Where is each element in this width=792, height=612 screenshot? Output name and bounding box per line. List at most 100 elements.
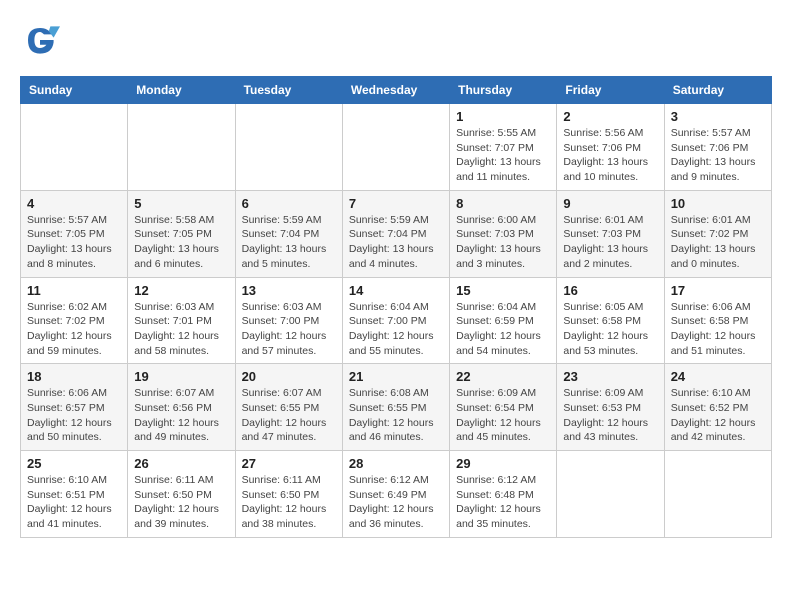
calendar-cell: 24 Sunrise: 6:10 AMSunset: 6:52 PMDayligh… bbox=[664, 364, 771, 451]
day-number: 22 bbox=[456, 369, 550, 384]
calendar-cell: 2 Sunrise: 5:56 AMSunset: 7:06 PMDaylight… bbox=[557, 104, 664, 191]
day-number: 6 bbox=[242, 196, 336, 211]
day-number: 23 bbox=[563, 369, 657, 384]
day-number: 17 bbox=[671, 283, 765, 298]
calendar-cell: 19 Sunrise: 6:07 AMSunset: 6:56 PMDayligh… bbox=[128, 364, 235, 451]
page-header bbox=[20, 20, 772, 60]
day-number: 2 bbox=[563, 109, 657, 124]
day-info: Sunrise: 5:56 AMSunset: 7:06 PMDaylight:… bbox=[563, 126, 657, 185]
day-info: Sunrise: 5:55 AMSunset: 7:07 PMDaylight:… bbox=[456, 126, 550, 185]
day-info: Sunrise: 6:10 AMSunset: 6:52 PMDaylight:… bbox=[671, 386, 765, 445]
calendar-cell bbox=[21, 104, 128, 191]
day-number: 5 bbox=[134, 196, 228, 211]
day-number: 14 bbox=[349, 283, 443, 298]
calendar-week-1: 1 Sunrise: 5:55 AMSunset: 7:07 PMDaylight… bbox=[21, 104, 772, 191]
day-info: Sunrise: 6:09 AMSunset: 6:54 PMDaylight:… bbox=[456, 386, 550, 445]
calendar-cell: 23 Sunrise: 6:09 AMSunset: 6:53 PMDayligh… bbox=[557, 364, 664, 451]
day-number: 25 bbox=[27, 456, 121, 471]
day-info: Sunrise: 6:07 AMSunset: 6:55 PMDaylight:… bbox=[242, 386, 336, 445]
calendar-cell: 20 Sunrise: 6:07 AMSunset: 6:55 PMDayligh… bbox=[235, 364, 342, 451]
day-header-saturday: Saturday bbox=[664, 77, 771, 104]
day-number: 13 bbox=[242, 283, 336, 298]
day-number: 9 bbox=[563, 196, 657, 211]
day-number: 1 bbox=[456, 109, 550, 124]
day-number: 10 bbox=[671, 196, 765, 211]
day-number: 11 bbox=[27, 283, 121, 298]
calendar-cell: 10 Sunrise: 6:01 AMSunset: 7:02 PMDayligh… bbox=[664, 190, 771, 277]
day-header-tuesday: Tuesday bbox=[235, 77, 342, 104]
day-info: Sunrise: 5:59 AMSunset: 7:04 PMDaylight:… bbox=[349, 213, 443, 272]
day-info: Sunrise: 6:12 AMSunset: 6:49 PMDaylight:… bbox=[349, 473, 443, 532]
day-info: Sunrise: 6:06 AMSunset: 6:58 PMDaylight:… bbox=[671, 300, 765, 359]
calendar-cell: 8 Sunrise: 6:00 AMSunset: 7:03 PMDaylight… bbox=[450, 190, 557, 277]
calendar-week-5: 25 Sunrise: 6:10 AMSunset: 6:51 PMDayligh… bbox=[21, 451, 772, 538]
calendar-cell: 14 Sunrise: 6:04 AMSunset: 7:00 PMDayligh… bbox=[342, 277, 449, 364]
day-info: Sunrise: 6:10 AMSunset: 6:51 PMDaylight:… bbox=[27, 473, 121, 532]
day-number: 20 bbox=[242, 369, 336, 384]
day-info: Sunrise: 6:02 AMSunset: 7:02 PMDaylight:… bbox=[27, 300, 121, 359]
calendar-table: SundayMondayTuesdayWednesdayThursdayFrid… bbox=[20, 76, 772, 538]
day-number: 3 bbox=[671, 109, 765, 124]
day-info: Sunrise: 6:03 AMSunset: 7:01 PMDaylight:… bbox=[134, 300, 228, 359]
calendar-cell: 11 Sunrise: 6:02 AMSunset: 7:02 PMDayligh… bbox=[21, 277, 128, 364]
calendar-cell: 13 Sunrise: 6:03 AMSunset: 7:00 PMDayligh… bbox=[235, 277, 342, 364]
day-info: Sunrise: 5:57 AMSunset: 7:06 PMDaylight:… bbox=[671, 126, 765, 185]
day-info: Sunrise: 6:08 AMSunset: 6:55 PMDaylight:… bbox=[349, 386, 443, 445]
calendar-cell: 3 Sunrise: 5:57 AMSunset: 7:06 PMDaylight… bbox=[664, 104, 771, 191]
calendar-cell: 26 Sunrise: 6:11 AMSunset: 6:50 PMDayligh… bbox=[128, 451, 235, 538]
day-info: Sunrise: 6:07 AMSunset: 6:56 PMDaylight:… bbox=[134, 386, 228, 445]
day-info: Sunrise: 6:11 AMSunset: 6:50 PMDaylight:… bbox=[134, 473, 228, 532]
calendar-header-row: SundayMondayTuesdayWednesdayThursdayFrid… bbox=[21, 77, 772, 104]
calendar-cell: 1 Sunrise: 5:55 AMSunset: 7:07 PMDaylight… bbox=[450, 104, 557, 191]
calendar-week-2: 4 Sunrise: 5:57 AMSunset: 7:05 PMDaylight… bbox=[21, 190, 772, 277]
calendar-cell: 7 Sunrise: 5:59 AMSunset: 7:04 PMDaylight… bbox=[342, 190, 449, 277]
calendar-cell: 21 Sunrise: 6:08 AMSunset: 6:55 PMDayligh… bbox=[342, 364, 449, 451]
day-number: 16 bbox=[563, 283, 657, 298]
day-info: Sunrise: 6:03 AMSunset: 7:00 PMDaylight:… bbox=[242, 300, 336, 359]
calendar-cell: 12Sunrise: 6:03 AMSunset: 7:01 PMDayligh… bbox=[128, 277, 235, 364]
day-number: 21 bbox=[349, 369, 443, 384]
calendar-cell: 18 Sunrise: 6:06 AMSunset: 6:57 PMDayligh… bbox=[21, 364, 128, 451]
calendar-cell: 15Sunrise: 6:04 AMSunset: 6:59 PMDayligh… bbox=[450, 277, 557, 364]
calendar-cell: 6 Sunrise: 5:59 AMSunset: 7:04 PMDaylight… bbox=[235, 190, 342, 277]
day-number: 26 bbox=[134, 456, 228, 471]
day-number: 18 bbox=[27, 369, 121, 384]
calendar-cell: 17 Sunrise: 6:06 AMSunset: 6:58 PMDayligh… bbox=[664, 277, 771, 364]
calendar-cell: 29 Sunrise: 6:12 AMSunset: 6:48 PMDayligh… bbox=[450, 451, 557, 538]
calendar-cell: 4 Sunrise: 5:57 AMSunset: 7:05 PMDaylight… bbox=[21, 190, 128, 277]
day-info: Sunrise: 6:11 AMSunset: 6:50 PMDaylight:… bbox=[242, 473, 336, 532]
day-info: Sunrise: 6:06 AMSunset: 6:57 PMDaylight:… bbox=[27, 386, 121, 445]
calendar-cell bbox=[235, 104, 342, 191]
day-number: 15 bbox=[456, 283, 550, 298]
calendar-cell: 22 Sunrise: 6:09 AMSunset: 6:54 PMDayligh… bbox=[450, 364, 557, 451]
day-info: Sunrise: 5:59 AMSunset: 7:04 PMDaylight:… bbox=[242, 213, 336, 272]
calendar-cell bbox=[342, 104, 449, 191]
calendar-cell: 16 Sunrise: 6:05 AMSunset: 6:58 PMDayligh… bbox=[557, 277, 664, 364]
day-header-wednesday: Wednesday bbox=[342, 77, 449, 104]
day-info: Sunrise: 5:57 AMSunset: 7:05 PMDaylight:… bbox=[27, 213, 121, 272]
day-info: Sunrise: 5:58 AMSunset: 7:05 PMDaylight:… bbox=[134, 213, 228, 272]
day-number: 7 bbox=[349, 196, 443, 211]
day-number: 19 bbox=[134, 369, 228, 384]
logo bbox=[20, 20, 66, 60]
day-number: 27 bbox=[242, 456, 336, 471]
day-info: Sunrise: 6:00 AMSunset: 7:03 PMDaylight:… bbox=[456, 213, 550, 272]
calendar-cell bbox=[128, 104, 235, 191]
day-info: Sunrise: 6:04 AMSunset: 7:00 PMDaylight:… bbox=[349, 300, 443, 359]
day-info: Sunrise: 6:09 AMSunset: 6:53 PMDaylight:… bbox=[563, 386, 657, 445]
day-info: Sunrise: 6:01 AMSunset: 7:02 PMDaylight:… bbox=[671, 213, 765, 272]
day-header-monday: Monday bbox=[128, 77, 235, 104]
day-number: 29 bbox=[456, 456, 550, 471]
calendar-cell: 28Sunrise: 6:12 AMSunset: 6:49 PMDayligh… bbox=[342, 451, 449, 538]
day-number: 24 bbox=[671, 369, 765, 384]
day-info: Sunrise: 6:05 AMSunset: 6:58 PMDaylight:… bbox=[563, 300, 657, 359]
calendar-week-3: 11 Sunrise: 6:02 AMSunset: 7:02 PMDayligh… bbox=[21, 277, 772, 364]
calendar-week-4: 18 Sunrise: 6:06 AMSunset: 6:57 PMDayligh… bbox=[21, 364, 772, 451]
calendar-cell: 27 Sunrise: 6:11 AMSunset: 6:50 PMDayligh… bbox=[235, 451, 342, 538]
day-header-sunday: Sunday bbox=[21, 77, 128, 104]
day-info: Sunrise: 6:12 AMSunset: 6:48 PMDaylight:… bbox=[456, 473, 550, 532]
calendar-cell: 9Sunrise: 6:01 AMSunset: 7:03 PMDaylight… bbox=[557, 190, 664, 277]
calendar-cell bbox=[664, 451, 771, 538]
day-number: 4 bbox=[27, 196, 121, 211]
day-number: 8 bbox=[456, 196, 550, 211]
